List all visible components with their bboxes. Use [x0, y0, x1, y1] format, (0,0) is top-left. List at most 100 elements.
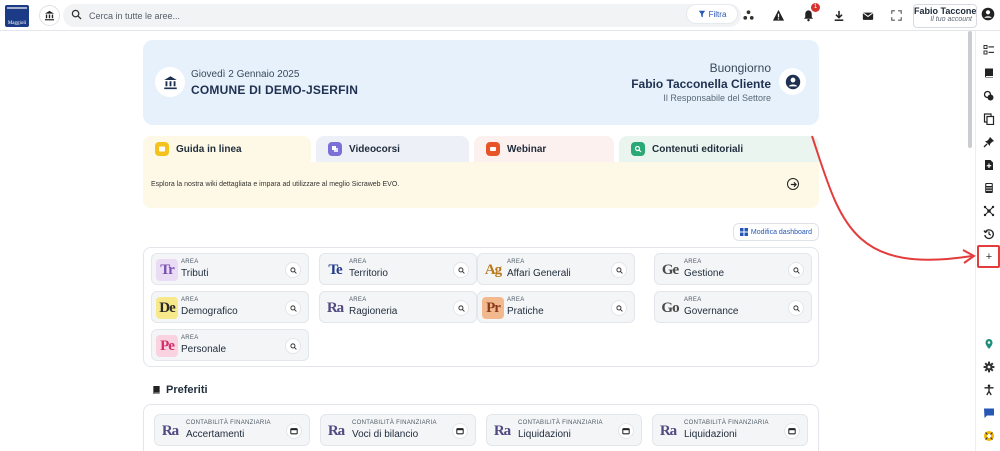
favorite-card-voci-di-bilancio[interactable]: Ra CONTABILITÀ FINANZIARIA Voci di bilan…: [320, 414, 476, 446]
area-monogram: Ra: [326, 300, 344, 316]
warning-button[interactable]: [769, 6, 788, 25]
history-icon: [983, 229, 994, 240]
bank-icon: [44, 10, 55, 21]
open-window-icon: [788, 428, 796, 435]
sidebar-item-settings[interactable]: [982, 360, 996, 374]
area-monogram: Te: [328, 262, 342, 278]
sidebar-item-add-document[interactable]: [982, 158, 996, 172]
area-card-pratiche[interactable]: Pr AREA Pratiche: [477, 291, 635, 323]
search-icon: [457, 266, 465, 274]
calculator-icon: [985, 183, 993, 193]
search-icon: [615, 266, 623, 274]
lifebuoy-icon: [984, 431, 994, 441]
tab-webinar[interactable]: Webinar: [474, 136, 614, 162]
network-icon: [983, 205, 995, 217]
tab-description: Esplora la nostra wiki dettagliata e imp…: [151, 181, 400, 188]
favorite-card-accertamenti[interactable]: Ra CONTABILITÀ FINANZIARIA Accertamenti: [154, 414, 310, 446]
area-search-button[interactable]: [285, 262, 301, 278]
area-search-button[interactable]: [788, 262, 804, 278]
sidebar-item-pin[interactable]: [982, 135, 996, 149]
right-sidebar: +: [975, 31, 1000, 451]
sidebar-item-help[interactable]: [982, 429, 996, 443]
home-button[interactable]: [39, 5, 60, 26]
scroll-thumb[interactable]: [968, 31, 972, 148]
download-button[interactable]: [829, 6, 848, 25]
area-monogram: Pe: [156, 335, 178, 357]
sidebar-item-list[interactable]: [982, 43, 996, 57]
sidebar-item-chat[interactable]: [982, 406, 996, 420]
area-monogram: De: [156, 297, 178, 319]
area-card-ragioneria[interactable]: Ra AREA Ragioneria: [319, 291, 477, 323]
location-pin-icon: [985, 339, 993, 349]
notifications-button[interactable]: 1: [799, 3, 820, 25]
webinar-icon: [486, 142, 500, 156]
tab-videocorsi[interactable]: Videocorsi: [316, 136, 469, 162]
areas-grid: Tr AREA Tributi Te AREA Territorio Ag AR…: [143, 247, 819, 367]
filter-icon: [698, 10, 705, 18]
editorial-search-icon: [631, 142, 645, 156]
chat-icon: [984, 408, 994, 418]
apps-icon: [743, 10, 754, 20]
edit-dashboard-button[interactable]: Modifica dashboard: [732, 223, 819, 241]
area-card-gestione[interactable]: Ge AREA Gestione: [654, 253, 812, 285]
tab-contenuti-editoriali[interactable]: Contenuti editoriali: [619, 136, 819, 162]
area-card-affari-generali[interactable]: Ag AREA Affari Generali: [477, 253, 635, 285]
open-external-button[interactable]: [618, 423, 634, 439]
search-icon: [71, 9, 82, 20]
search-input[interactable]: [89, 7, 649, 24]
user-name: Fabio Tacconella Cliente: [631, 77, 771, 91]
sidebar-item-location[interactable]: [982, 337, 996, 351]
pin-icon: [983, 137, 994, 148]
area-search-button[interactable]: [453, 262, 469, 278]
favorite-card-liquidazioni-2[interactable]: Ra CONTABILITÀ FINANZIARIA Liquidazioni: [652, 414, 808, 446]
fullscreen-button[interactable]: [887, 6, 906, 25]
sidebar-item-coins[interactable]: [982, 89, 996, 103]
area-search-button[interactable]: [285, 338, 301, 354]
download-icon: [834, 10, 843, 21]
area-card-governance[interactable]: Go AREA Governance: [654, 291, 812, 323]
copy-icon: [983, 113, 995, 125]
open-external-button[interactable]: [452, 423, 468, 439]
gear-icon: [983, 361, 995, 373]
area-search-button[interactable]: [285, 300, 301, 316]
area-search-button[interactable]: [611, 262, 627, 278]
user-profile-button[interactable]: [779, 68, 806, 95]
area-search-button[interactable]: [788, 300, 804, 316]
area-card-demografico[interactable]: De AREA Demografico: [151, 291, 309, 323]
area-card-territorio[interactable]: Te AREA Territorio: [319, 253, 477, 285]
top-bar: Maggioli Filtra 1 Fabio Tacconelli... Il…: [0, 0, 1000, 31]
sidebar-item-book[interactable]: [982, 66, 996, 80]
area-search-button[interactable]: [453, 300, 469, 316]
sidebar-item-accessibility[interactable]: [982, 383, 996, 397]
vertical-scrollbar[interactable]: [967, 31, 973, 451]
account-menu[interactable]: Fabio Tacconelli... Il tuo account: [913, 4, 977, 28]
open-window-icon: [290, 428, 298, 435]
filter-button[interactable]: Filtra: [687, 5, 737, 23]
open-external-button[interactable]: [784, 423, 800, 439]
tab-panel-guida: Esplora la nostra wiki dettagliata e imp…: [143, 162, 819, 208]
greeting-text: Buongiorno: [709, 61, 771, 75]
mail-button[interactable]: [858, 6, 877, 25]
favorites-list: Ra CONTABILITÀ FINANZIARIA Accertamenti …: [143, 404, 819, 451]
sidebar-item-history[interactable]: [982, 227, 996, 241]
user-avatar-icon[interactable]: [981, 7, 995, 21]
sidebar-item-calculator[interactable]: [982, 181, 996, 195]
add-document-icon: [985, 160, 993, 170]
favorite-monogram: Ra: [161, 423, 179, 439]
sidebar-item-network[interactable]: [982, 204, 996, 218]
apps-button[interactable]: [739, 6, 758, 25]
maggioli-logo[interactable]: Maggioli: [5, 5, 29, 27]
sidebar-item-copy[interactable]: [982, 112, 996, 126]
favorites-heading: Preferiti: [152, 384, 208, 396]
area-card-personale[interactable]: Pe AREA Personale: [151, 329, 309, 361]
arrow-right-icon: [790, 181, 797, 187]
area-monogram: Ge: [661, 262, 679, 278]
area-search-button[interactable]: [611, 300, 627, 316]
favorite-card-liquidazioni[interactable]: Ra CONTABILITÀ FINANZIARIA Liquidazioni: [486, 414, 642, 446]
tab-guida-in-linea[interactable]: Guida in linea: [143, 136, 311, 162]
area-card-tributi[interactable]: Tr AREA Tributi: [151, 253, 309, 285]
bank-icon: [163, 75, 177, 89]
open-guide-button[interactable]: [787, 178, 799, 190]
open-external-button[interactable]: [286, 423, 302, 439]
area-monogram: Pr: [482, 297, 504, 319]
